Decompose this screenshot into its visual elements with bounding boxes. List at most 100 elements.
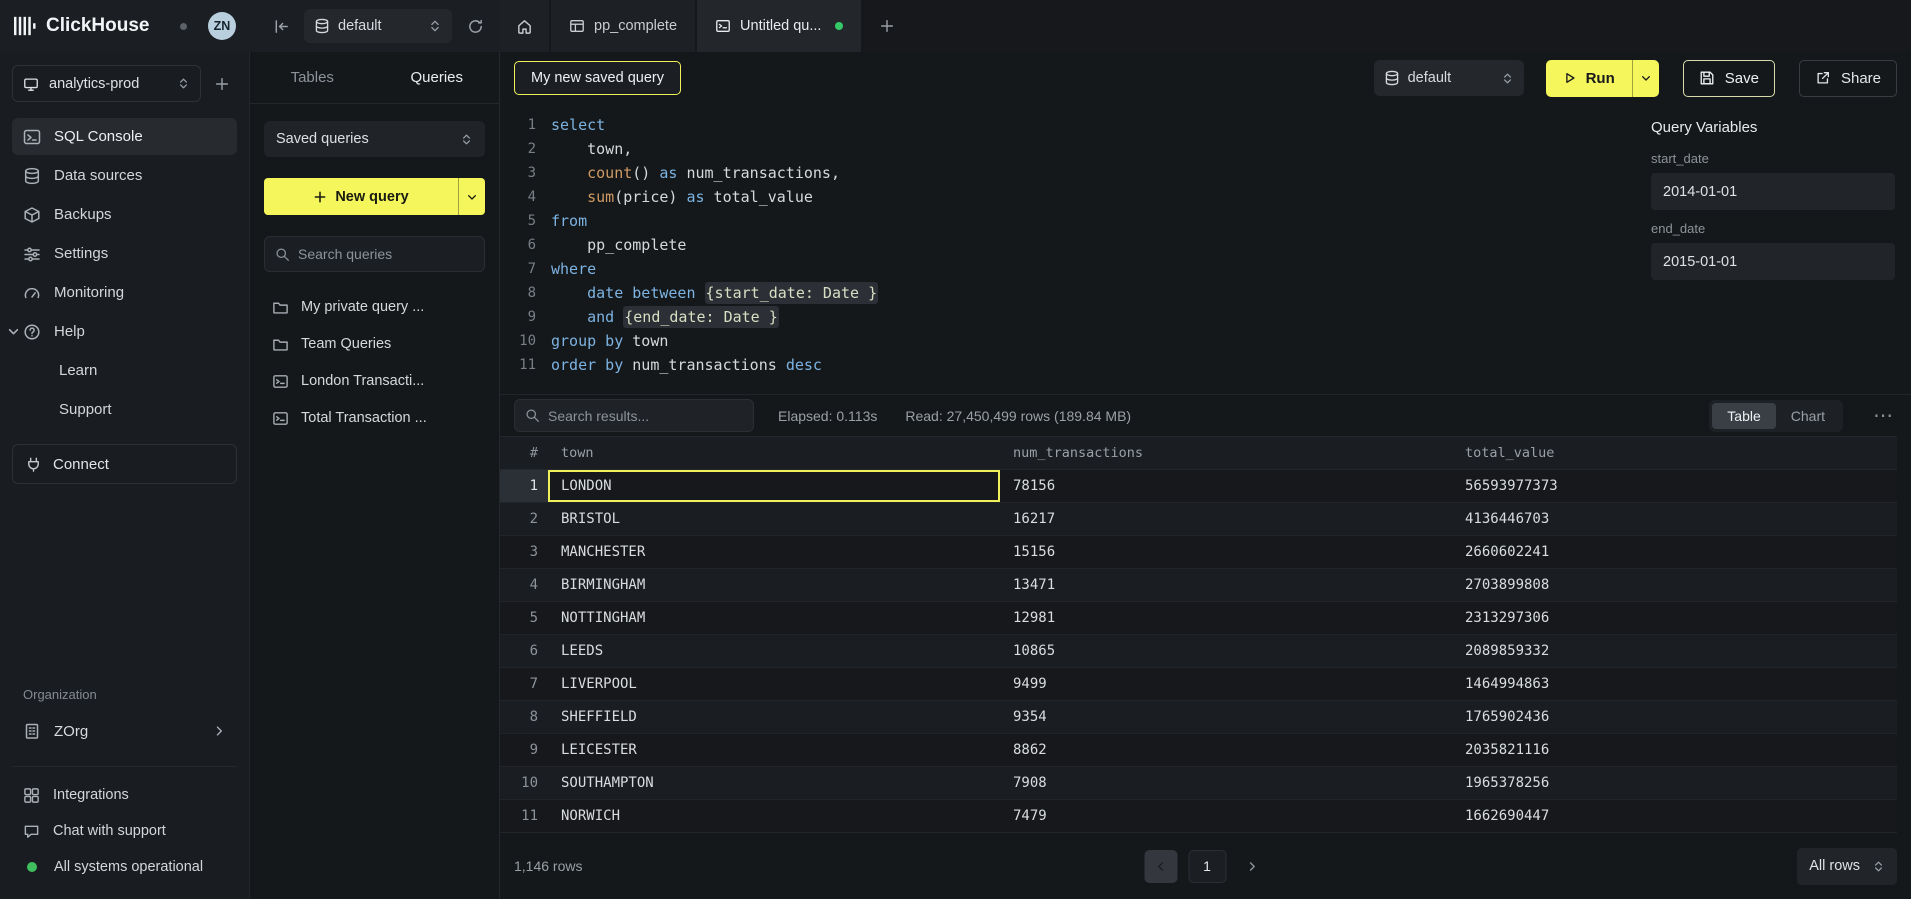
connect-button[interactable]: Connect [12,444,237,484]
table-row[interactable]: 3MANCHESTER151562660602241 [500,536,1897,569]
tab-home[interactable] [500,0,549,52]
code-line[interactable]: 3 count() as num_transactions, [500,161,1643,185]
column-header-index[interactable]: # [500,437,548,469]
cell-town[interactable]: LONDON [548,470,1000,502]
system-status-item[interactable]: All systems operational [12,851,237,883]
cell-num-transactions[interactable]: 9499 [1000,668,1452,700]
row-index[interactable]: 10 [500,767,548,799]
cell-num-transactions[interactable]: 10865 [1000,635,1452,667]
column-header-num-transactions[interactable]: num_transactions [1000,437,1452,469]
start-date-input[interactable] [1651,173,1895,210]
sidebar-item-learn[interactable]: Learn [12,352,237,389]
cell-town[interactable]: NORWICH [548,800,1000,832]
page-size-select[interactable]: All rows [1797,848,1897,885]
cell-num-transactions[interactable]: 16217 [1000,503,1452,535]
sql-editor[interactable]: 1select2 town,3 count() as num_transacti… [500,104,1643,394]
code-line[interactable]: 4 sum(price) as total_value [500,185,1643,209]
share-button[interactable]: Share [1799,60,1897,97]
table-row[interactable]: 10SOUTHAMPTON79081965378256 [500,767,1897,800]
cell-num-transactions[interactable]: 8862 [1000,734,1452,766]
cell-num-transactions[interactable]: 7908 [1000,767,1452,799]
cell-town[interactable]: NOTTINGHAM [548,602,1000,634]
search-queries-input[interactable] [298,246,474,262]
results-more-button[interactable]: ⋯ [1869,406,1897,426]
row-index[interactable]: 1 [500,470,548,502]
code-line[interactable]: 10group by town [500,329,1643,353]
cell-num-transactions[interactable]: 9354 [1000,701,1452,733]
cell-total-value[interactable]: 1662690447 [1452,800,1897,832]
column-header-total-value[interactable]: total_value [1452,437,1897,469]
cell-num-transactions[interactable]: 78156 [1000,470,1452,502]
cell-total-value[interactable]: 2089859332 [1452,635,1897,667]
collapse-panel-button[interactable] [266,11,296,41]
cell-total-value[interactable]: 2035821116 [1452,734,1897,766]
row-index[interactable]: 9 [500,734,548,766]
organization-item[interactable]: ZOrg [12,712,237,750]
topbar-database-select[interactable]: default [304,9,452,43]
code-line[interactable]: 5from [500,209,1643,233]
code-line[interactable]: 1select [500,113,1643,137]
cell-num-transactions[interactable]: 12981 [1000,602,1452,634]
cell-town[interactable]: LEEDS [548,635,1000,667]
list-item-saved-query[interactable]: London Transacti... [264,364,485,398]
cell-num-transactions[interactable]: 15156 [1000,536,1452,568]
row-index[interactable]: 6 [500,635,548,667]
current-page-indicator[interactable]: 1 [1188,850,1226,883]
sidebar-item-data-sources[interactable]: Data sources [12,157,237,194]
previous-page-button[interactable] [1144,850,1177,883]
sidebar-item-integrations[interactable]: Integrations [12,779,237,811]
table-row[interactable]: 6LEEDS108652089859332 [500,635,1897,668]
cell-total-value[interactable]: 2313297306 [1452,602,1897,634]
code-line[interactable]: 8 date between {start_date: Date } [500,281,1643,305]
cell-total-value[interactable]: 1464994863 [1452,668,1897,700]
cell-total-value[interactable]: 2703899808 [1452,569,1897,601]
row-index[interactable]: 8 [500,701,548,733]
row-index[interactable]: 7 [500,668,548,700]
cell-town[interactable]: SOUTHAMPTON [548,767,1000,799]
editor-database-select[interactable]: default [1374,60,1524,96]
cell-town[interactable]: MANCHESTER [548,536,1000,568]
cell-total-value[interactable]: 56593977373 [1452,470,1897,502]
cell-num-transactions[interactable]: 7479 [1000,800,1452,832]
sidebar-item-help[interactable]: Help [12,313,237,350]
cell-total-value[interactable]: 4136446703 [1452,503,1897,535]
tab-tables[interactable]: Tables [250,52,375,103]
tab-pp-complete[interactable]: pp_complete [551,0,695,52]
sidebar-item-backups[interactable]: Backups [12,196,237,233]
sidebar-item-chat-support[interactable]: Chat with support [12,815,237,847]
next-page-button[interactable] [1237,851,1267,881]
table-row[interactable]: 8SHEFFIELD93541765902436 [500,701,1897,734]
cell-town[interactable]: SHEFFIELD [548,701,1000,733]
service-select[interactable]: analytics-prod [12,65,201,102]
sidebar-item-monitoring[interactable]: Monitoring [12,274,237,311]
save-button[interactable]: Save [1683,60,1775,97]
view-table-button[interactable]: Table [1712,403,1775,429]
cell-total-value[interactable]: 2660602241 [1452,536,1897,568]
view-chart-button[interactable]: Chart [1776,403,1840,429]
cell-total-value[interactable]: 1965378256 [1452,767,1897,799]
list-item-folder[interactable]: My private query ... [264,290,485,324]
code-line[interactable]: 6 pp_complete [500,233,1643,257]
code-line[interactable]: 9 and {end_date: Date } [500,305,1643,329]
run-button[interactable]: Run [1546,60,1632,97]
user-avatar[interactable]: ZN [208,12,236,40]
search-results-input[interactable] [548,408,743,424]
code-line[interactable]: 7where [500,257,1643,281]
table-row[interactable]: 1LONDON7815656593977373 [500,470,1897,503]
new-query-caret-button[interactable] [458,178,485,215]
table-row[interactable]: 9LEICESTER88622035821116 [500,734,1897,767]
cell-town[interactable]: LEICESTER [548,734,1000,766]
row-index[interactable]: 3 [500,536,548,568]
new-query-button[interactable]: New query [264,178,458,215]
code-line[interactable]: 2 town, [500,137,1643,161]
table-row[interactable]: 11NORWICH74791662690447 [500,800,1897,833]
table-row[interactable]: 7LIVERPOOL94991464994863 [500,668,1897,701]
cell-town[interactable]: BRISTOL [548,503,1000,535]
cell-total-value[interactable]: 1765902436 [1452,701,1897,733]
list-item-saved-query[interactable]: Total Transaction ... [264,401,485,435]
cell-town[interactable]: LIVERPOOL [548,668,1000,700]
sidebar-item-sql-console[interactable]: SQL Console [12,118,237,155]
refresh-button[interactable] [460,11,490,41]
end-date-input[interactable] [1651,243,1895,280]
sidebar-item-settings[interactable]: Settings [12,235,237,272]
